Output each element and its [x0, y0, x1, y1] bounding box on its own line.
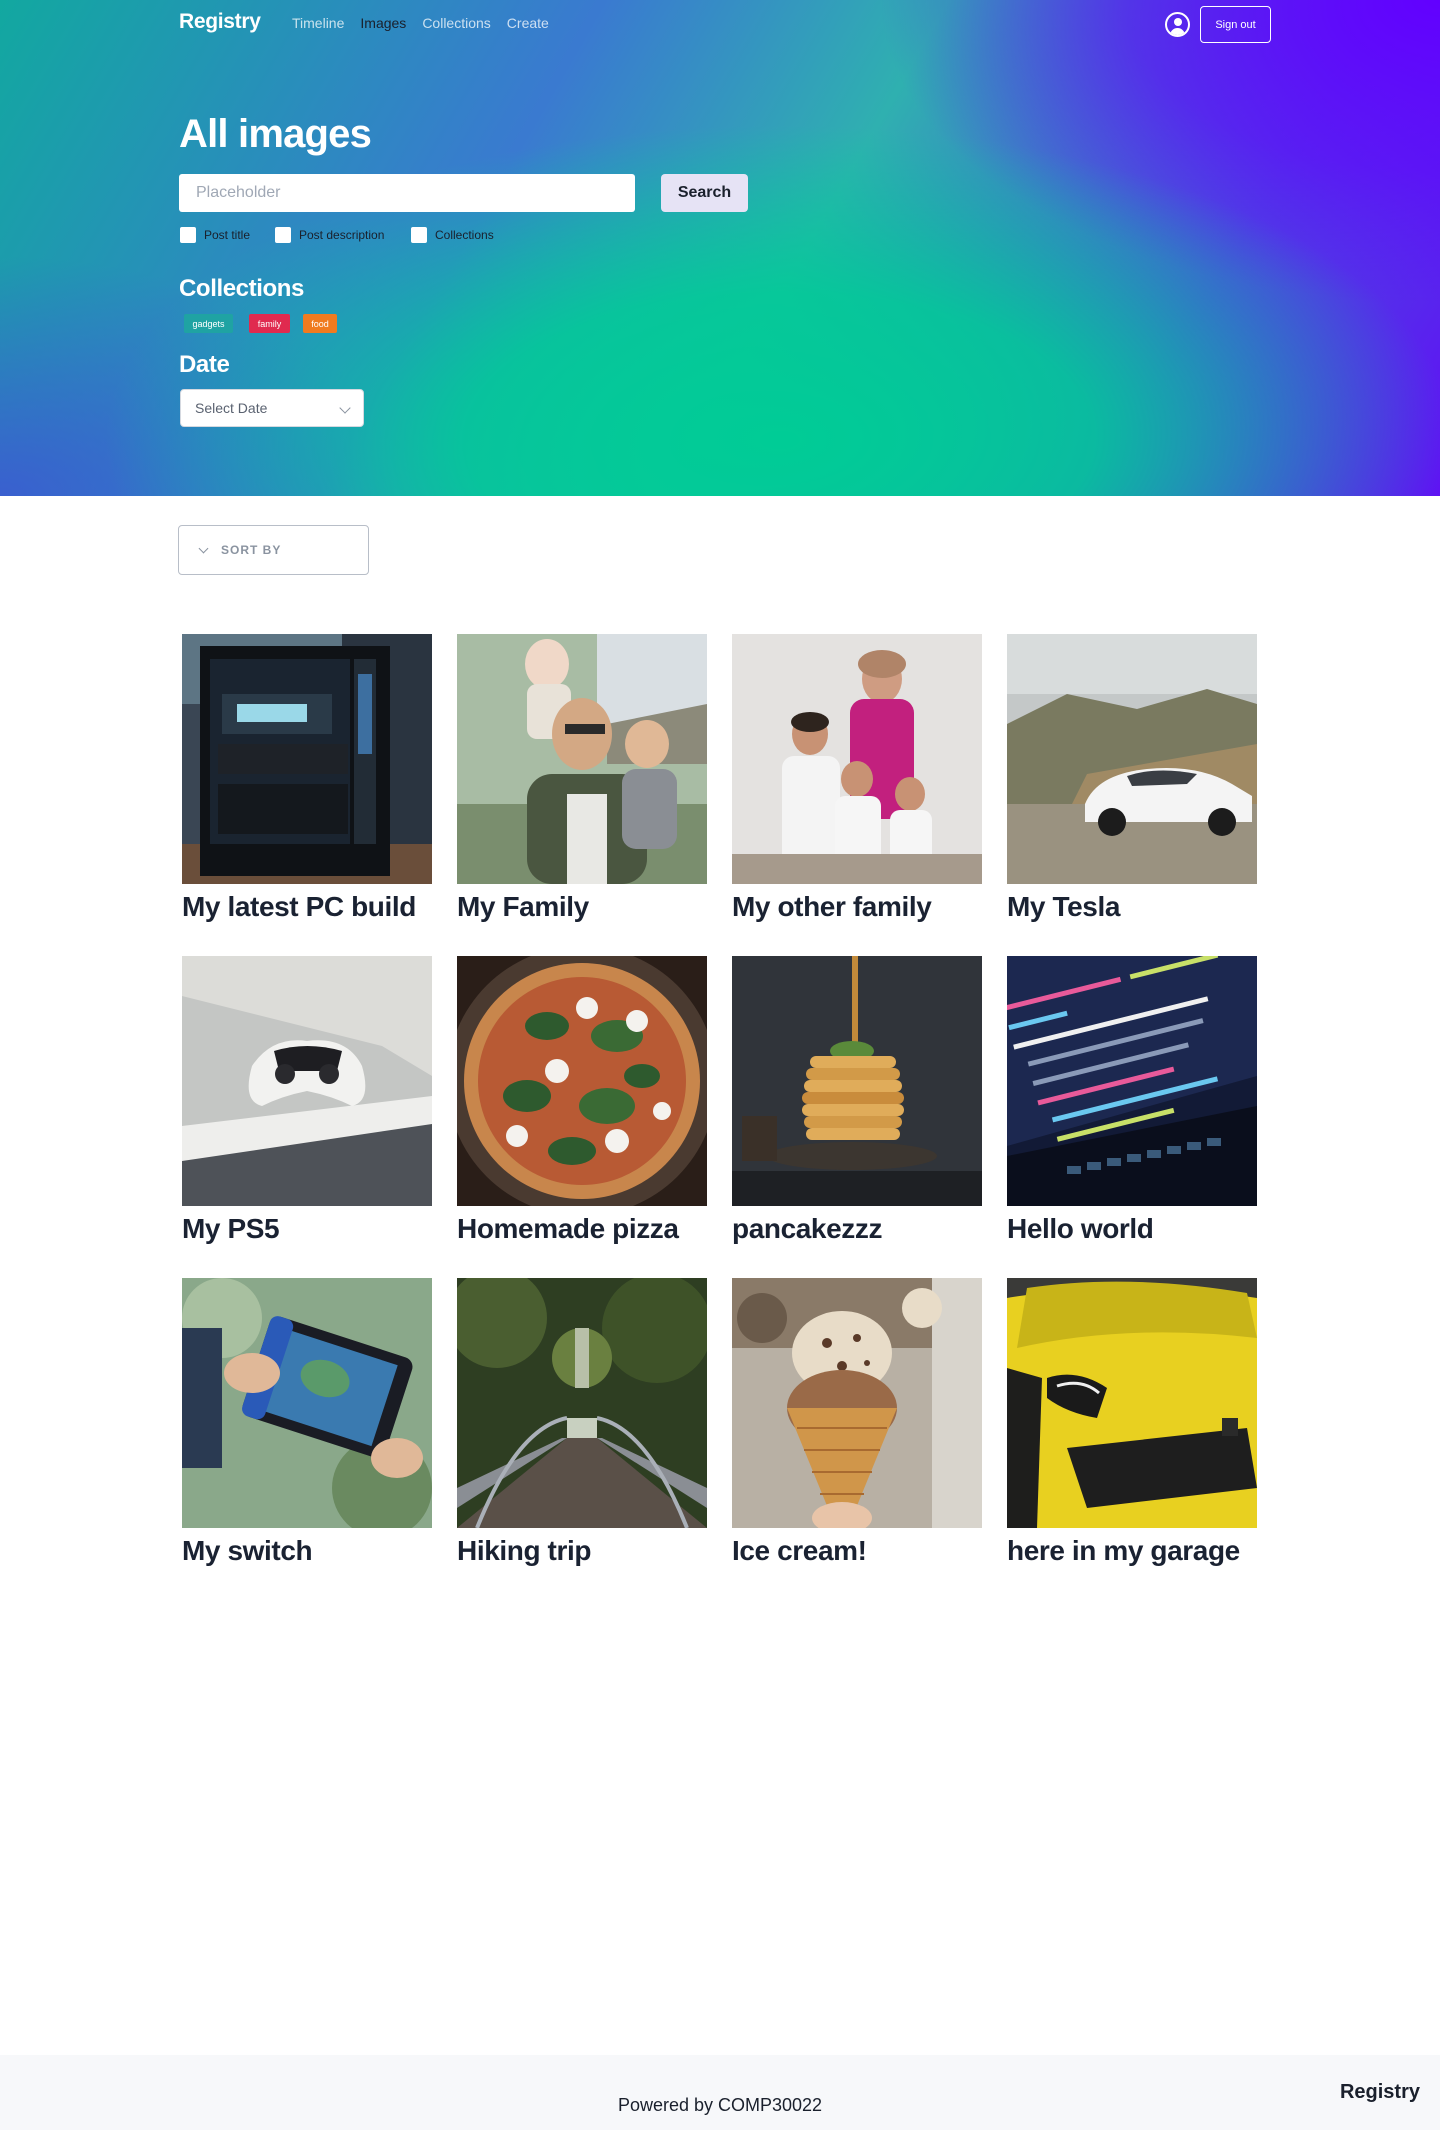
- sort-by-button[interactable]: SORT BY: [178, 525, 369, 575]
- checkbox[interactable]: [180, 227, 196, 243]
- gallery-card[interactable]: Hiking trip: [457, 1278, 707, 1578]
- nav-timeline[interactable]: Timeline: [292, 15, 344, 31]
- nav-images[interactable]: Images: [360, 15, 406, 31]
- sort-label: SORT BY: [221, 543, 282, 557]
- date-select-value: Select Date: [195, 400, 268, 416]
- filter-label: Post description: [299, 228, 385, 242]
- footer: Powered by COMP30022 Registry: [0, 2055, 1440, 2130]
- filter-post-description[interactable]: Post description: [275, 227, 384, 243]
- tesla-photo[interactable]: [1007, 634, 1257, 884]
- date-heading: Date: [179, 351, 230, 378]
- family-photo[interactable]: [457, 634, 707, 884]
- filter-post-title[interactable]: Post title: [180, 227, 250, 243]
- card-title: Hello world: [1007, 1213, 1154, 1244]
- card-title: pancakezzz: [732, 1213, 883, 1244]
- search-button[interactable]: Search: [661, 174, 748, 212]
- collections-heading: Collections: [179, 275, 304, 302]
- card-title: here in my garage: [1007, 1535, 1240, 1566]
- collection-tag-gadgets[interactable]: gadgets: [184, 314, 233, 333]
- filter-label: Post title: [204, 228, 251, 242]
- nav-create[interactable]: Create: [507, 15, 549, 31]
- ice-cream-photo[interactable]: [732, 1278, 982, 1528]
- collection-tag-food[interactable]: food: [303, 314, 337, 333]
- footer-brand[interactable]: Registry: [1340, 2081, 1420, 2104]
- gallery-card[interactable]: Homemade pizza: [457, 956, 707, 1256]
- card-title: Ice cream!: [732, 1535, 867, 1566]
- gallery-card[interactable]: My PS5: [182, 956, 432, 1256]
- checkbox[interactable]: [411, 227, 427, 243]
- switch-photo[interactable]: [182, 1278, 432, 1528]
- code-laptop-photo[interactable]: [1007, 956, 1257, 1206]
- other-family-photo[interactable]: [732, 634, 982, 884]
- pancakes-photo[interactable]: [732, 956, 982, 1206]
- gallery-card[interactable]: My latest PC build: [182, 634, 432, 934]
- main-nav: Timeline Images Collections Create: [292, 15, 549, 31]
- card-title: My Family: [457, 891, 589, 922]
- yellow-car-photo[interactable]: [1007, 1278, 1257, 1528]
- chevron-down-icon: [198, 543, 209, 554]
- user-circle-icon[interactable]: [1165, 12, 1190, 37]
- nav-collections[interactable]: Collections: [422, 15, 490, 31]
- pc-build-photo[interactable]: [182, 634, 432, 884]
- gallery-card[interactable]: My switch: [182, 1278, 432, 1578]
- card-title: My switch: [182, 1535, 313, 1566]
- filter-label: Collections: [435, 228, 494, 242]
- date-select[interactable]: Select Date: [180, 389, 364, 427]
- footer-powered: Powered by COMP30022: [617, 2095, 823, 2115]
- card-title: My latest PC build: [182, 891, 416, 922]
- ps5-photo[interactable]: [182, 956, 432, 1206]
- gallery-card[interactable]: My other family: [732, 634, 982, 934]
- gallery-card[interactable]: here in my garage: [1007, 1278, 1257, 1578]
- chevron-down-icon: [339, 402, 351, 414]
- card-title: Hiking trip: [457, 1535, 592, 1566]
- sign-out-button[interactable]: Sign out: [1200, 6, 1271, 43]
- card-title: My other family: [732, 891, 932, 922]
- gallery-card[interactable]: pancakezzz: [732, 956, 982, 1256]
- gallery-card[interactable]: Ice cream!: [732, 1278, 982, 1578]
- card-title: My Tesla: [1007, 891, 1120, 922]
- brand-logo[interactable]: Registry: [179, 10, 261, 34]
- pizza-photo[interactable]: [457, 956, 707, 1206]
- card-title: Homemade pizza: [457, 1213, 679, 1244]
- hiking-bridge-photo[interactable]: [457, 1278, 707, 1528]
- hero-banner: Registry Timeline Images Collections Cre…: [0, 0, 1440, 496]
- page-title: All images: [179, 112, 372, 156]
- gallery-card[interactable]: My Tesla: [1007, 634, 1257, 934]
- gallery-card[interactable]: My Family: [457, 634, 707, 934]
- search-input[interactable]: [179, 174, 635, 212]
- gallery-card[interactable]: Hello world: [1007, 956, 1257, 1256]
- filter-collections[interactable]: Collections: [411, 227, 494, 243]
- card-title: My PS5: [182, 1213, 280, 1244]
- collection-tag-family[interactable]: family: [249, 314, 290, 333]
- checkbox[interactable]: [275, 227, 291, 243]
